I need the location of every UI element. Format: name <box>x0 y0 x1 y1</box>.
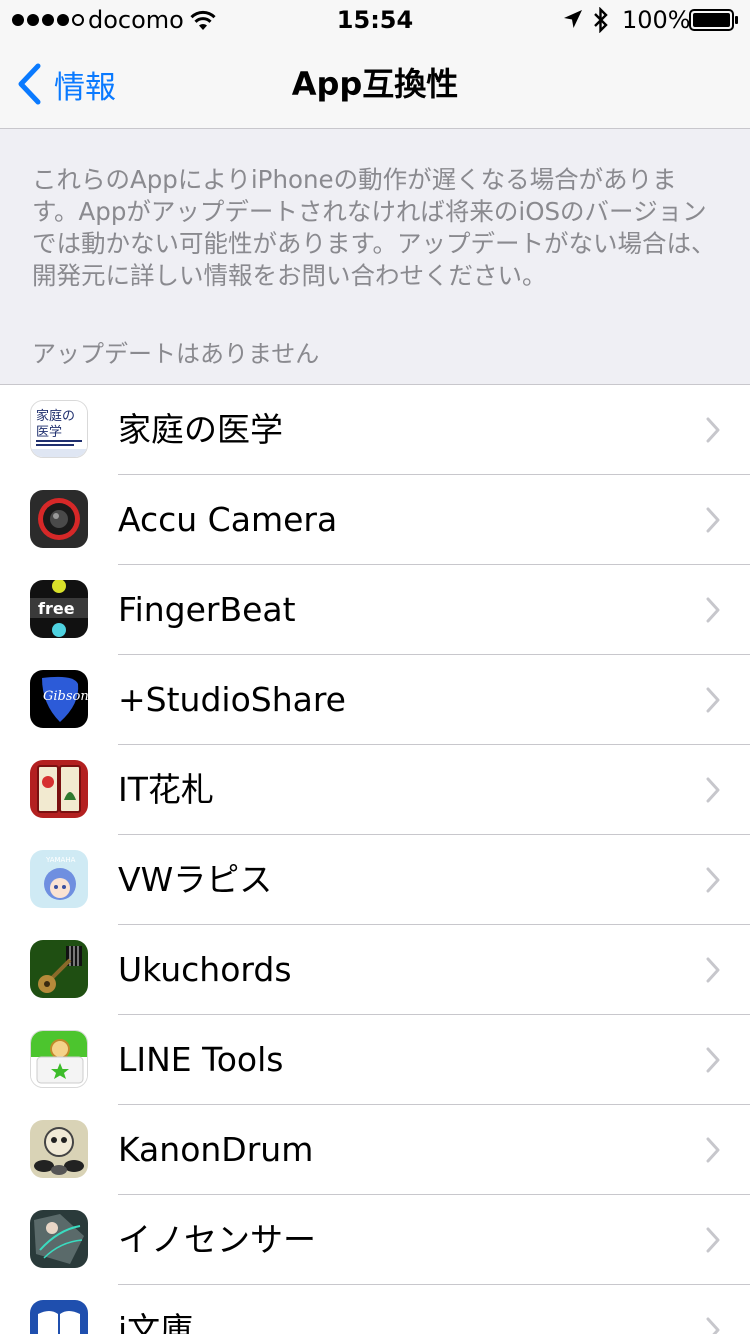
location-arrow-icon <box>564 10 582 28</box>
app-row-line-tools[interactable]: LINE Tools <box>0 1015 750 1105</box>
back-button-label: 情報 <box>54 69 116 106</box>
app-row-ukuchords[interactable]: Ukuchords <box>0 925 750 1015</box>
chevron-right-icon <box>706 957 720 983</box>
vw-lapis-icon: YAMAHA <box>30 850 88 908</box>
compatibility-description: これらのAppによりiPhoneの動作が遅くなる場合がありま す。Appがアップ… <box>32 165 716 290</box>
app-name: i文庫 <box>118 1310 194 1334</box>
app-row-innocenser[interactable]: イノセンサー <box>0 1195 750 1285</box>
section-header: アップデートはありません <box>32 340 320 368</box>
svg-text:医学: 医学 <box>36 424 62 440</box>
app-row-studioshare[interactable]: Gibson +StudioShare <box>0 655 750 745</box>
chevron-right-icon <box>706 867 720 893</box>
chevron-right-icon <box>706 507 720 533</box>
app-list: 家庭の 医学 家庭の医学 Accu Camera free FingerBeat… <box>0 384 750 1334</box>
chevron-right-icon <box>706 1047 720 1073</box>
battery-percentage: 100% <box>622 6 691 34</box>
chevron-right-icon <box>706 1317 720 1334</box>
bluetooth-icon <box>594 7 608 33</box>
app-row-i-bunko[interactable]: i文庫 <box>0 1285 750 1334</box>
status-bar: docomo 15:54 100% <box>0 0 750 40</box>
line-tools-icon <box>30 1030 88 1088</box>
svg-text:家庭の: 家庭の <box>36 408 75 424</box>
app-name: 家庭の医学 <box>118 410 283 449</box>
chevron-right-icon <box>706 687 720 713</box>
fingerbeat-icon: free <box>30 580 88 638</box>
chevron-right-icon <box>706 777 720 803</box>
app-name: VWラピス <box>118 860 273 899</box>
app-name: Accu Camera <box>118 500 338 539</box>
app-name: KanonDrum <box>118 1130 314 1169</box>
ukuchords-icon <box>30 940 88 998</box>
app-name: IT花札 <box>118 770 214 809</box>
katei-no-igaku-icon: 家庭の 医学 <box>30 400 88 458</box>
app-name: +StudioShare <box>118 680 346 719</box>
chevron-right-icon <box>706 1227 720 1253</box>
top-bar: docomo 15:54 100% 情報 App互換性 <box>0 0 750 129</box>
battery-icon <box>689 9 738 31</box>
accu-camera-icon <box>30 490 88 548</box>
page-title: App互換性 <box>291 65 459 103</box>
app-row-accu-camera[interactable]: Accu Camera <box>0 475 750 565</box>
app-name: Ukuchords <box>118 950 292 989</box>
i-bunko-icon <box>30 1300 88 1334</box>
svg-text:Gibson: Gibson <box>43 689 88 704</box>
chevron-left-icon <box>18 63 41 105</box>
chevron-right-icon <box>706 1137 720 1163</box>
navigation-bar: 情報 App互換性 <box>0 40 750 128</box>
app-row-fingerbeat[interactable]: free FingerBeat <box>0 565 750 655</box>
studioshare-icon: Gibson <box>30 670 88 728</box>
app-row-kanondrum[interactable]: KanonDrum <box>0 1105 750 1195</box>
app-name: FingerBeat <box>118 590 296 629</box>
innocenser-icon <box>30 1210 88 1268</box>
app-row-katei-no-igaku[interactable]: 家庭の 医学 家庭の医学 <box>0 385 750 475</box>
svg-text:free: free <box>38 599 75 618</box>
app-name: LINE Tools <box>118 1040 284 1079</box>
kanondrum-icon <box>30 1120 88 1178</box>
app-compatibility-screen: docomo 15:54 100% 情報 App互換性 これらのAppによりiP… <box>0 0 750 1334</box>
svg-text:YAMAHA: YAMAHA <box>45 856 76 864</box>
it-hanafuda-icon <box>30 760 88 818</box>
chevron-right-icon <box>706 417 720 443</box>
app-name: イノセンサー <box>118 1220 316 1259</box>
app-row-vw-lapis[interactable]: YAMAHA VWラピス <box>0 835 750 925</box>
app-row-it-hanafuda[interactable]: IT花札 <box>0 745 750 835</box>
back-button[interactable]: 情報 <box>16 62 116 106</box>
chevron-right-icon <box>706 597 720 623</box>
